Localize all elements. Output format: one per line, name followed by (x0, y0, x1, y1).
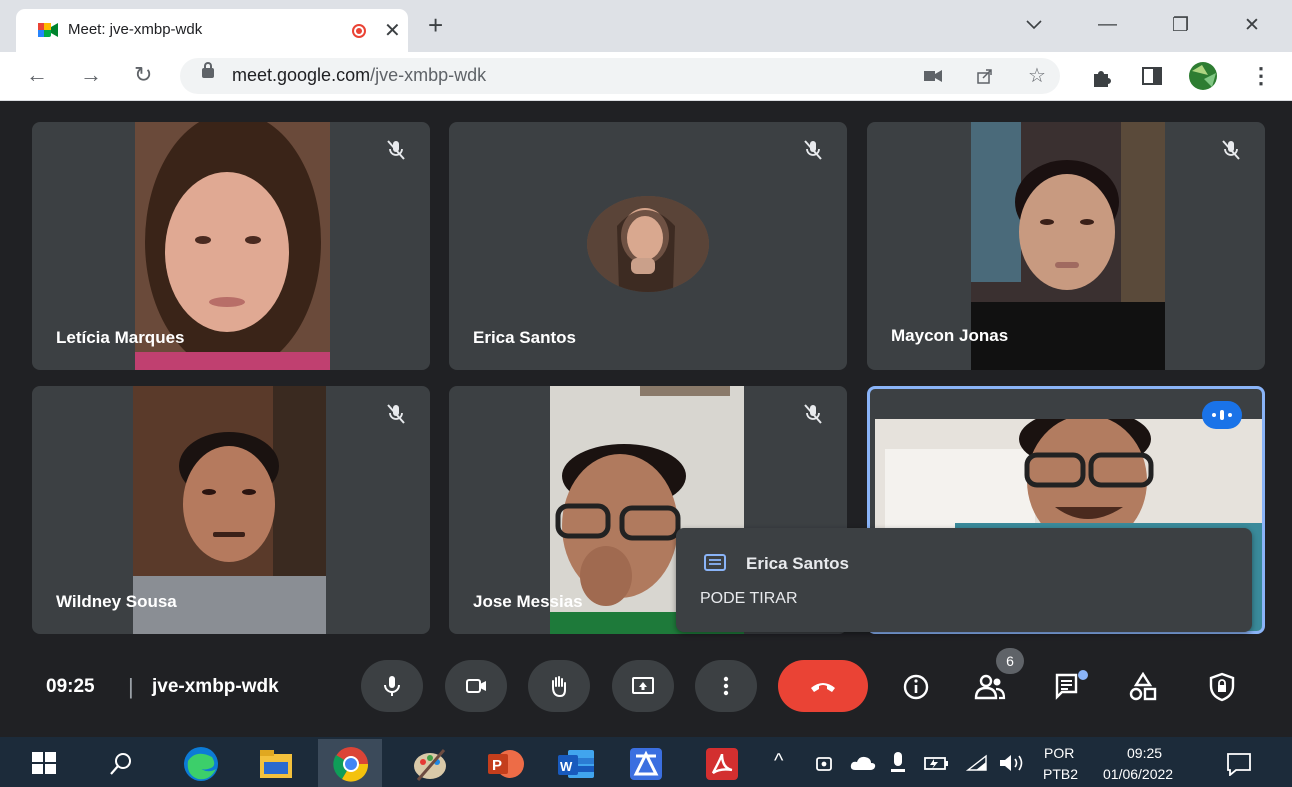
url-text[interactable]: meet.google.com/jve-xmbp-wdk (232, 65, 486, 86)
file-explorer-icon[interactable] (258, 748, 294, 780)
svg-text:P: P (492, 757, 502, 774)
tab-close-button[interactable]: ✕ (384, 18, 401, 43)
camera-icon (466, 679, 486, 693)
mic-muted-icon (387, 140, 405, 160)
input-language[interactable]: POR (1044, 745, 1074, 761)
search-icon[interactable] (108, 751, 134, 777)
more-options-icon (723, 676, 729, 696)
reload-icon[interactable]: ↻ (134, 62, 152, 88)
bookmark-star-icon[interactable]: ☆ (1028, 63, 1046, 88)
paint-icon[interactable] (410, 746, 450, 782)
mic-muted-icon (1222, 140, 1240, 160)
leave-call-button[interactable] (778, 660, 868, 712)
onedrive-cloud-icon[interactable] (850, 755, 876, 771)
chat-message-icon (704, 554, 726, 571)
meeting-time: 09:25 (46, 676, 95, 697)
participant-name: Wildney Sousa (56, 592, 177, 611)
people-count-badge: 6 (996, 648, 1024, 674)
lock-icon[interactable] (202, 62, 214, 78)
minimize-button[interactable]: — (1098, 14, 1117, 36)
tray-expand-chevron-icon[interactable]: ^ (774, 750, 783, 773)
wifi-icon[interactable] (966, 754, 988, 772)
app-launcher-icon[interactable] (628, 746, 664, 782)
chat-message-text: PODE TIRAR (700, 590, 798, 607)
camera-button[interactable] (445, 660, 507, 712)
profile-avatar-icon[interactable] (1186, 61, 1220, 91)
participant-name: Letícia Marques (56, 328, 185, 347)
host-controls-shield-icon[interactable] (1208, 672, 1236, 702)
participant-tile[interactable]: Erica Santos (449, 122, 847, 370)
browser-toolbar: ← → ↻ meet.google.com/jve-xmbp-wdk ☆ ⋮ (0, 52, 1292, 101)
speaking-indicator-icon (1202, 401, 1242, 429)
chat-message-popup[interactable]: Erica Santos PODE TIRAR (676, 528, 1252, 632)
windows-start-icon[interactable] (32, 752, 56, 774)
participant-tile[interactable]: Maycon Jonas (867, 122, 1265, 370)
mic-muted-icon (804, 140, 822, 160)
participant-name: Maycon Jonas (891, 326, 1009, 345)
activities-icon[interactable] (1128, 672, 1158, 702)
side-panel-icon[interactable] (1142, 67, 1162, 85)
participant-avatar (587, 196, 709, 292)
new-tab-button[interactable]: + (428, 12, 443, 38)
participant-name: Jose Messias (473, 592, 583, 611)
acrobat-reader-icon[interactable] (704, 746, 740, 782)
powerpoint-icon[interactable]: P (486, 746, 524, 782)
extensions-puzzle-icon[interactable] (1090, 66, 1112, 88)
meet-now-icon[interactable] (814, 752, 834, 774)
tab-search-chevron-icon[interactable] (1026, 20, 1042, 30)
share-icon[interactable] (976, 67, 994, 85)
forward-icon[interactable]: → (80, 62, 102, 88)
people-icon[interactable] (974, 672, 1006, 702)
mic-muted-icon (804, 404, 822, 424)
camera-in-use-icon[interactable] (924, 70, 942, 82)
back-icon[interactable]: ← (26, 62, 48, 88)
google-meet-icon (38, 23, 58, 37)
more-options-button[interactable] (695, 660, 757, 712)
raise-hand-button[interactable] (528, 660, 590, 712)
raise-hand-icon (552, 676, 566, 698)
tab-title: Meet: jve-xmbp-wdk (68, 21, 203, 38)
volume-speaker-icon[interactable] (998, 753, 1026, 773)
chat-sender-name: Erica Santos (746, 554, 849, 573)
address-bar[interactable]: meet.google.com/jve-xmbp-wdk ☆ (180, 58, 1060, 94)
svg-text:W: W (560, 759, 573, 774)
taskbar-clock-date[interactable]: 01/06/2022 (1103, 766, 1173, 782)
tray-microphone-icon[interactable] (890, 751, 906, 775)
battery-charging-icon[interactable] (922, 754, 950, 772)
edge-browser-icon[interactable] (182, 745, 220, 783)
word-icon[interactable]: W (556, 746, 596, 782)
microphone-button[interactable] (361, 660, 423, 712)
browser-tab-meet[interactable]: Meet: jve-xmbp-wdk ✕ (16, 9, 408, 52)
notifications-icon[interactable] (1226, 752, 1252, 776)
participant-name: Erica Santos (473, 328, 576, 347)
meeting-info-icon[interactable] (902, 673, 930, 701)
unread-chat-dot (1078, 670, 1088, 680)
present-screen-icon (632, 677, 654, 694)
microphone-icon (384, 676, 400, 696)
mic-muted-icon (387, 404, 405, 424)
chrome-icon[interactable] (332, 745, 370, 783)
window-close-button[interactable]: ✕ (1244, 14, 1260, 37)
hang-up-phone-icon (811, 683, 835, 692)
participant-tile[interactable]: Letícia Marques (32, 122, 430, 370)
browser-tab-strip: Meet: jve-xmbp-wdk ✕ + — ❐ ✕ (0, 0, 1292, 52)
recording-indicator-icon (352, 24, 366, 38)
restore-button[interactable]: ❐ (1172, 14, 1189, 37)
time-separator: | (128, 674, 134, 699)
meeting-code: jve-xmbp-wdk (152, 676, 279, 697)
participant-tile[interactable]: Wildney Sousa (32, 386, 430, 634)
browser-menu-icon[interactable]: ⋮ (1250, 63, 1272, 89)
present-screen-button[interactable] (612, 660, 674, 712)
taskbar-clock-time[interactable]: 09:25 (1127, 745, 1162, 761)
keyboard-layout[interactable]: PTB2 (1043, 766, 1078, 782)
